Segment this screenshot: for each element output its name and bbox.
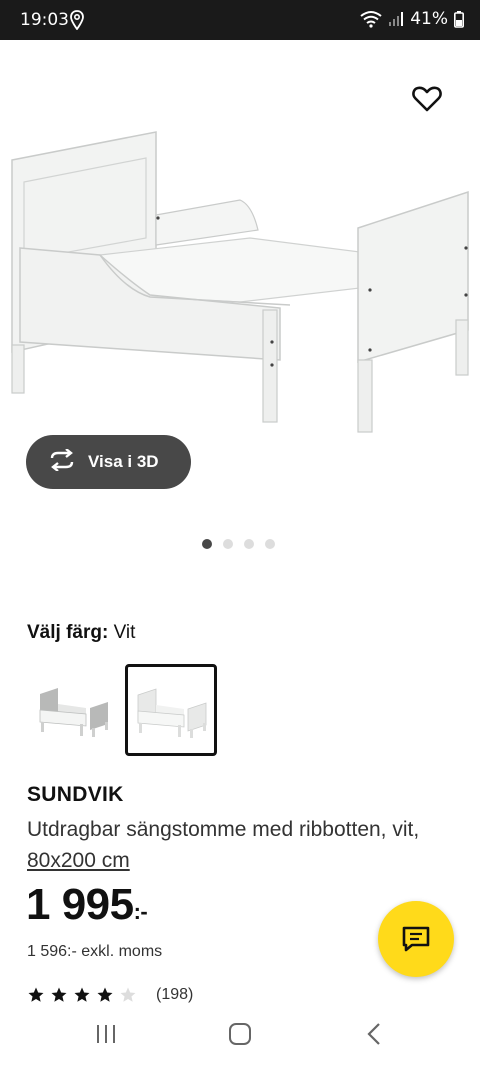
product-rating[interactable]: (198) [27, 986, 193, 1004]
signal-icon [388, 11, 404, 27]
battery-percent: 41% [410, 9, 448, 29]
color-swatch-white[interactable] [125, 664, 217, 756]
star-icon [97, 987, 113, 1002]
product-price: 1 995:- [26, 880, 148, 930]
carousel-dot[interactable] [223, 539, 233, 549]
product-size-link[interactable]: 80x200 cm [27, 849, 130, 872]
view-in-3d-label: Visa i 3D [88, 452, 159, 471]
product-description: Utdragbar sängstomme med ribbotten, vit,… [27, 814, 447, 876]
color-swatch-gray-white[interactable] [28, 664, 120, 756]
star-icon [74, 987, 90, 1002]
home-icon[interactable] [228, 1022, 252, 1051]
carousel-dot[interactable] [265, 539, 275, 549]
wifi-icon [360, 10, 382, 28]
favorite-button[interactable] [410, 82, 444, 116]
color-value: Vit [113, 622, 136, 643]
color-chooser-label: Välj färg: Vit [27, 622, 135, 644]
star-empty-icon [120, 987, 136, 1002]
price-suffix: :- [133, 899, 148, 924]
color-label-text: Välj färg: [27, 622, 109, 643]
back-icon[interactable] [366, 1022, 382, 1051]
status-bar: 19:03 41% [0, 0, 480, 40]
rating-count: (198) [156, 986, 194, 1003]
carousel-dot[interactable] [244, 539, 254, 549]
status-time: 19:03 [20, 10, 69, 30]
product-name: SUNDVIK [27, 783, 124, 806]
star-icon [28, 987, 44, 1002]
carousel-pager [202, 539, 275, 549]
price-ex-vat: 1 596:- exkl. moms [27, 943, 163, 960]
rotate-3d-icon [48, 447, 76, 476]
system-nav-bar [0, 1004, 480, 1067]
location-icon [70, 10, 84, 35]
star-icon [51, 987, 67, 1002]
product-description-text: Utdragbar sängstomme med ribbotten, vit, [27, 818, 420, 841]
chat-icon [402, 926, 430, 952]
carousel-dot[interactable] [202, 539, 212, 549]
recent-apps-icon[interactable] [95, 1022, 117, 1051]
view-in-3d-button[interactable]: Visa i 3D [26, 435, 191, 489]
price-amount: 1 995 [26, 880, 134, 929]
chat-button[interactable] [378, 901, 454, 977]
heart-icon [412, 86, 442, 112]
battery-icon [454, 10, 464, 28]
product-image[interactable] [0, 120, 480, 450]
